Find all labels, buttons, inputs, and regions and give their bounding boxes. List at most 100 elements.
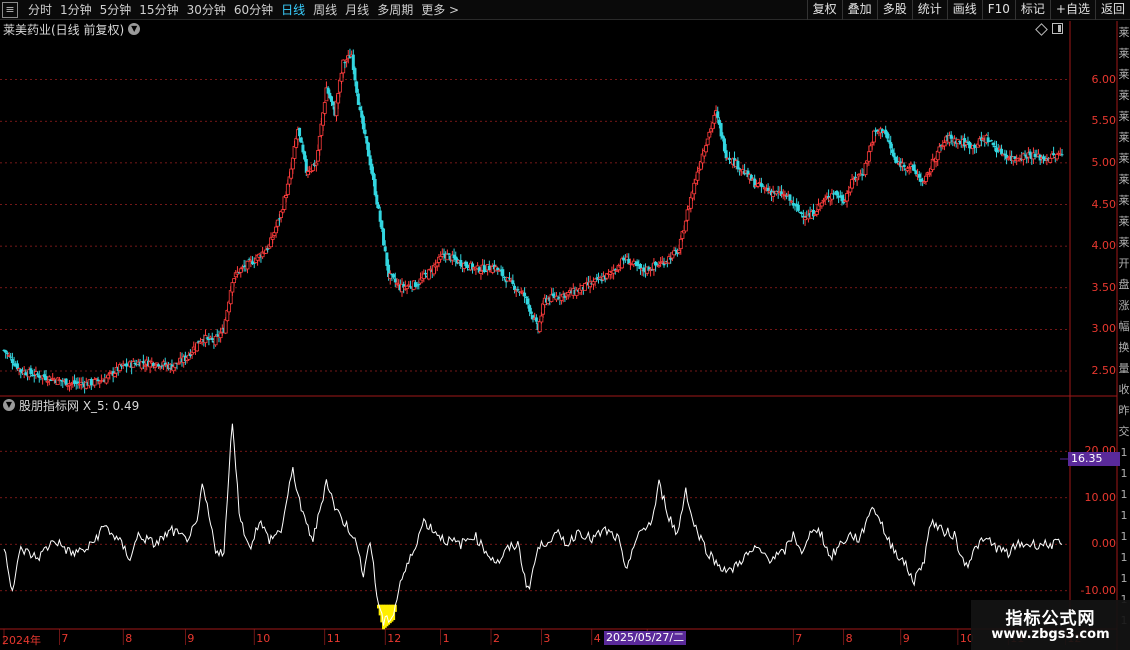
candle-body xyxy=(358,106,362,111)
chart-canvas[interactable] xyxy=(0,0,1130,650)
candle-body xyxy=(832,193,836,195)
date-tick-label: 9 xyxy=(187,632,195,645)
candle-body xyxy=(526,298,530,305)
side-label: 1 xyxy=(1120,488,1128,501)
candle-body xyxy=(1060,154,1064,156)
candle-body xyxy=(803,217,807,221)
candle-body xyxy=(704,145,708,153)
candle-body xyxy=(380,220,384,229)
candle-body xyxy=(677,249,682,253)
candle-body xyxy=(382,228,386,246)
candle-body xyxy=(447,253,451,255)
side-label: 1 xyxy=(1120,551,1128,564)
indicator-value-badge: 16.35 xyxy=(1068,452,1120,466)
side-label: 莱 xyxy=(1118,194,1130,207)
candle-body xyxy=(524,297,528,299)
date-tick-label: 2024年 xyxy=(2,634,41,647)
candle-body xyxy=(280,209,285,213)
candle-body xyxy=(927,173,932,175)
candle-body xyxy=(373,178,377,196)
candle-body xyxy=(1003,153,1007,156)
candle-body xyxy=(523,292,527,297)
candle-body xyxy=(435,262,440,267)
candle-body xyxy=(275,219,280,227)
candle-body xyxy=(1013,156,1017,159)
side-label: 1 xyxy=(1120,509,1128,522)
candle-body xyxy=(513,285,517,290)
date-tick-label: 4 xyxy=(593,632,601,645)
candle-body xyxy=(5,353,9,355)
candle-body xyxy=(528,305,532,312)
date-tick-label: 9 xyxy=(902,632,910,645)
candle-body xyxy=(94,378,99,380)
candle-body xyxy=(727,158,731,160)
candle-body xyxy=(766,187,770,191)
candle-body xyxy=(365,136,369,144)
candle-body xyxy=(796,204,800,211)
candle-body xyxy=(385,252,389,266)
watermark-url: www.zbgs3.com xyxy=(991,627,1110,642)
candle-body xyxy=(466,264,470,269)
watermark-title: 指标公式网 xyxy=(1005,609,1096,629)
candle-body xyxy=(154,362,159,365)
candle-body xyxy=(353,68,357,81)
side-label: 莱 xyxy=(1118,131,1130,144)
candle-body xyxy=(393,278,397,283)
candle-body xyxy=(695,171,700,181)
candle-body xyxy=(203,335,208,344)
candle-body xyxy=(800,212,804,214)
cursor-date-badge: 2025/05/27/二 xyxy=(604,631,687,645)
candle-body xyxy=(112,373,117,377)
candle-body xyxy=(566,292,571,296)
candle-body xyxy=(907,167,912,170)
candle-body xyxy=(392,274,396,278)
candle-body xyxy=(438,256,443,260)
indicator-tick-label: -10.00 xyxy=(1080,583,1116,597)
candle-body xyxy=(341,59,346,74)
candle-body xyxy=(376,204,380,209)
candle-body xyxy=(143,364,147,367)
candle-body xyxy=(7,354,11,357)
candle-body xyxy=(692,182,697,195)
candle-body xyxy=(889,142,893,149)
side-label: 莱 xyxy=(1118,26,1130,39)
candle-body xyxy=(343,62,347,64)
candle-body xyxy=(274,226,278,234)
candle-body xyxy=(1000,148,1004,155)
candle-body xyxy=(195,342,200,352)
date-tick-label: 7 xyxy=(795,632,803,645)
candle-body xyxy=(887,140,891,143)
side-label: 莱 xyxy=(1118,215,1130,228)
date-tick-label: 8 xyxy=(845,632,853,645)
candle-body xyxy=(218,332,223,339)
price-tick-label: 3.50 xyxy=(1091,280,1117,294)
candle-body xyxy=(344,59,349,62)
candle-body xyxy=(131,361,136,368)
candle-body xyxy=(1052,153,1056,156)
candle-body xyxy=(371,172,375,180)
candle-body xyxy=(866,151,871,162)
side-label: 莱 xyxy=(1118,89,1130,102)
candle-body xyxy=(487,265,491,271)
candle-body xyxy=(724,150,728,159)
side-label: 莱 xyxy=(1118,47,1130,60)
candle-body xyxy=(819,202,824,207)
candle-body xyxy=(705,138,710,146)
date-tick-label: 3 xyxy=(543,632,551,645)
candle-body xyxy=(821,199,826,202)
candle-body xyxy=(424,272,428,275)
candle-body xyxy=(479,270,483,274)
candle-body xyxy=(426,269,431,280)
candle-body xyxy=(663,261,668,264)
date-tick-label: 12 xyxy=(387,632,402,645)
candle-body xyxy=(942,142,947,147)
side-label: 1 xyxy=(1120,530,1128,543)
candle-body xyxy=(935,150,940,161)
candle-body xyxy=(912,164,916,171)
side-label: 莱 xyxy=(1118,236,1130,249)
candle-body xyxy=(317,135,322,151)
candle-body xyxy=(949,134,953,139)
date-tick-label: 2 xyxy=(493,632,501,645)
quote-side-panel: 莱莱莱莱莱莱莱莱莱莱莱开盘涨幅换量收昨交111111111 xyxy=(1118,21,1130,629)
candle-body xyxy=(356,93,360,105)
